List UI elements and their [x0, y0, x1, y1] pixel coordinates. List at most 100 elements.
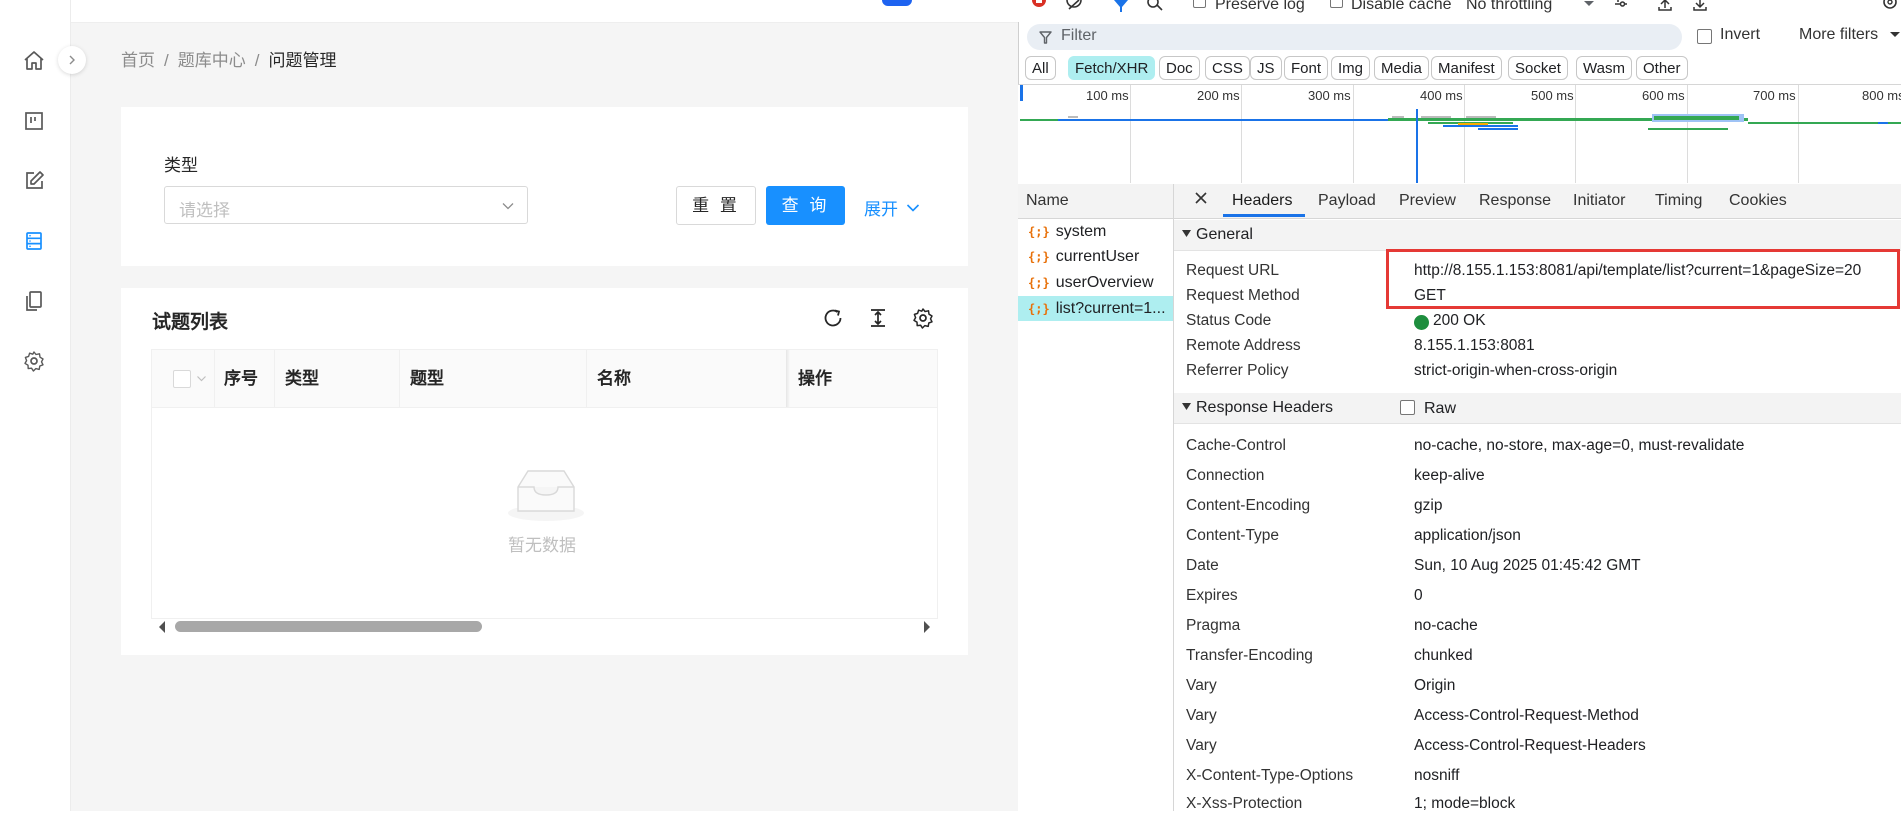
active-tab-indicator — [1223, 214, 1305, 217]
reset-button[interactable]: 重 置 — [676, 186, 756, 225]
copy-icon[interactable] — [22, 289, 46, 313]
table-settings-icon[interactable] — [911, 306, 935, 330]
name-column-header[interactable]: Name — [1018, 184, 1173, 219]
name-header-label: Name — [1026, 192, 1069, 209]
response-headers-title: Response Headers — [1196, 399, 1333, 416]
empty-inbox-icon — [506, 465, 586, 523]
invert-checkbox[interactable] — [1697, 29, 1712, 44]
raw-checkbox[interactable] — [1400, 400, 1415, 415]
header-value: 1; mode=block — [1414, 795, 1516, 812]
scroll-right-arrow-icon[interactable] — [922, 620, 932, 634]
breadcrumb-bank[interactable]: 题库中心 — [178, 51, 246, 70]
header-value: Sun, 10 Aug 2025 01:45:42 GMT — [1414, 557, 1641, 574]
chip-media[interactable]: Media — [1374, 56, 1429, 80]
board-icon[interactable] — [22, 109, 46, 133]
expand-filters-link[interactable]: 展开 — [864, 195, 920, 220]
type-select[interactable]: 请选择 — [164, 186, 528, 224]
chip-manifest[interactable]: Manifest — [1431, 56, 1502, 80]
import-har-icon[interactable] — [1657, 0, 1673, 12]
chevron-down-icon[interactable] — [1583, 0, 1595, 8]
column-divider — [586, 350, 587, 407]
request-row-current-user[interactable]: {;} currentUser — [1018, 244, 1173, 269]
fixed-column-shadow — [786, 350, 790, 407]
referrer-policy-value: strict-origin-when-cross-origin — [1414, 362, 1618, 379]
chip-font[interactable]: Font — [1284, 56, 1329, 80]
raw-label: Raw — [1424, 400, 1457, 417]
tab-cookies[interactable]: Cookies — [1729, 192, 1787, 210]
breadcrumb: 首页 / 题库中心 / 问题管理 — [121, 51, 337, 70]
header-key: Request Method — [1186, 287, 1300, 304]
header-value: no-cache, no-store, max-age=0, must-reva… — [1414, 437, 1745, 454]
collapse-sidebar-button[interactable] — [58, 46, 86, 74]
chip-fetch-xhr[interactable]: Fetch/XHR — [1068, 56, 1156, 80]
chip-other[interactable]: Other — [1636, 56, 1688, 80]
record-stop-icon[interactable] — [1030, 0, 1048, 12]
tab-initiator[interactable]: Initiator — [1573, 192, 1625, 210]
header-key: Vary — [1186, 707, 1217, 724]
tab-payload[interactable]: Payload — [1318, 192, 1376, 210]
preserve-log-label: Preserve log — [1215, 0, 1305, 13]
close-icon[interactable] — [1194, 191, 1208, 205]
chip-js[interactable]: JS — [1250, 56, 1282, 80]
chevron-right-icon — [69, 55, 75, 65]
disable-cache-checkbox[interactable] — [1330, 0, 1343, 8]
devtools-settings-icon[interactable] — [1882, 0, 1898, 12]
settings-icon[interactable] — [22, 349, 46, 373]
chip-wasm[interactable]: Wasm — [1576, 56, 1632, 80]
header-key: Vary — [1186, 737, 1217, 754]
header-value: Access-Control-Request-Headers — [1414, 737, 1646, 754]
throttling-select[interactable]: No throttling — [1466, 0, 1552, 14]
remote-address-value: 8.155.1.153:8081 — [1414, 337, 1535, 354]
more-filters-dropdown[interactable]: More filters — [1799, 26, 1901, 44]
scroll-left-arrow-icon[interactable] — [157, 620, 167, 634]
home-icon[interactable] — [22, 49, 46, 73]
request-row-system[interactable]: {;} system — [1018, 219, 1173, 244]
user-avatar[interactable] — [882, 0, 912, 6]
network-filter-input[interactable]: Filter — [1027, 24, 1682, 50]
query-button[interactable]: 查 询 — [766, 186, 845, 225]
preserve-log-checkbox[interactable] — [1193, 0, 1206, 8]
tab-timing[interactable]: Timing — [1655, 192, 1702, 210]
disable-cache-label: Disable cache — [1351, 0, 1452, 13]
general-section-title: General — [1196, 226, 1253, 243]
search-icon[interactable] — [1147, 0, 1163, 12]
request-row-list[interactable]: {;} list?current=1... — [1018, 296, 1173, 321]
chip-all[interactable]: All — [1025, 56, 1056, 80]
header-value: application/json — [1414, 527, 1521, 544]
tab-response[interactable]: Response — [1479, 192, 1551, 210]
tab-headers[interactable]: Headers — [1232, 192, 1292, 210]
chip-socket[interactable]: Socket — [1508, 56, 1568, 80]
header-value: gzip — [1414, 497, 1443, 514]
chip-doc[interactable]: Doc — [1159, 56, 1200, 80]
database-icon[interactable] — [22, 229, 46, 253]
more-filters-label: More filters — [1799, 26, 1879, 43]
empty-state-text: 暂无数据 — [508, 536, 576, 555]
breadcrumb-current: 问题管理 — [268, 51, 337, 70]
select-all-checkbox[interactable] — [173, 370, 191, 388]
triangle-down-icon — [1182, 230, 1191, 237]
chevron-down-icon[interactable] — [196, 373, 207, 384]
header-value: Origin — [1414, 677, 1456, 694]
reload-icon[interactable] — [821, 306, 845, 330]
request-name: system — [1055, 222, 1107, 240]
header-key: Vary — [1186, 677, 1217, 694]
header-value: nosniff — [1414, 767, 1460, 784]
tab-preview[interactable]: Preview — [1399, 192, 1456, 210]
network-conditions-icon[interactable] — [1613, 0, 1629, 12]
chip-img[interactable]: Img — [1331, 56, 1371, 80]
triangle-down-icon — [1182, 403, 1191, 410]
response-headers-section-header[interactable]: Response Headers — [1174, 393, 1901, 424]
column-height-icon[interactable] — [866, 306, 890, 330]
edit-icon[interactable] — [22, 169, 46, 193]
header-key: Connection — [1186, 467, 1265, 484]
scrollbar-thumb[interactable] — [175, 621, 482, 632]
breadcrumb-home[interactable]: 首页 — [121, 51, 155, 70]
filter-funnel-icon[interactable] — [1113, 0, 1129, 12]
export-har-icon[interactable] — [1692, 0, 1708, 12]
request-name: userOverview — [1055, 273, 1154, 291]
chip-css[interactable]: CSS — [1205, 56, 1250, 80]
request-row-user-overview[interactable]: {;} userOverview — [1018, 270, 1173, 295]
general-section-header[interactable]: General — [1174, 220, 1901, 251]
header-key: Content-Type — [1186, 527, 1280, 544]
clear-icon[interactable] — [1065, 0, 1083, 12]
